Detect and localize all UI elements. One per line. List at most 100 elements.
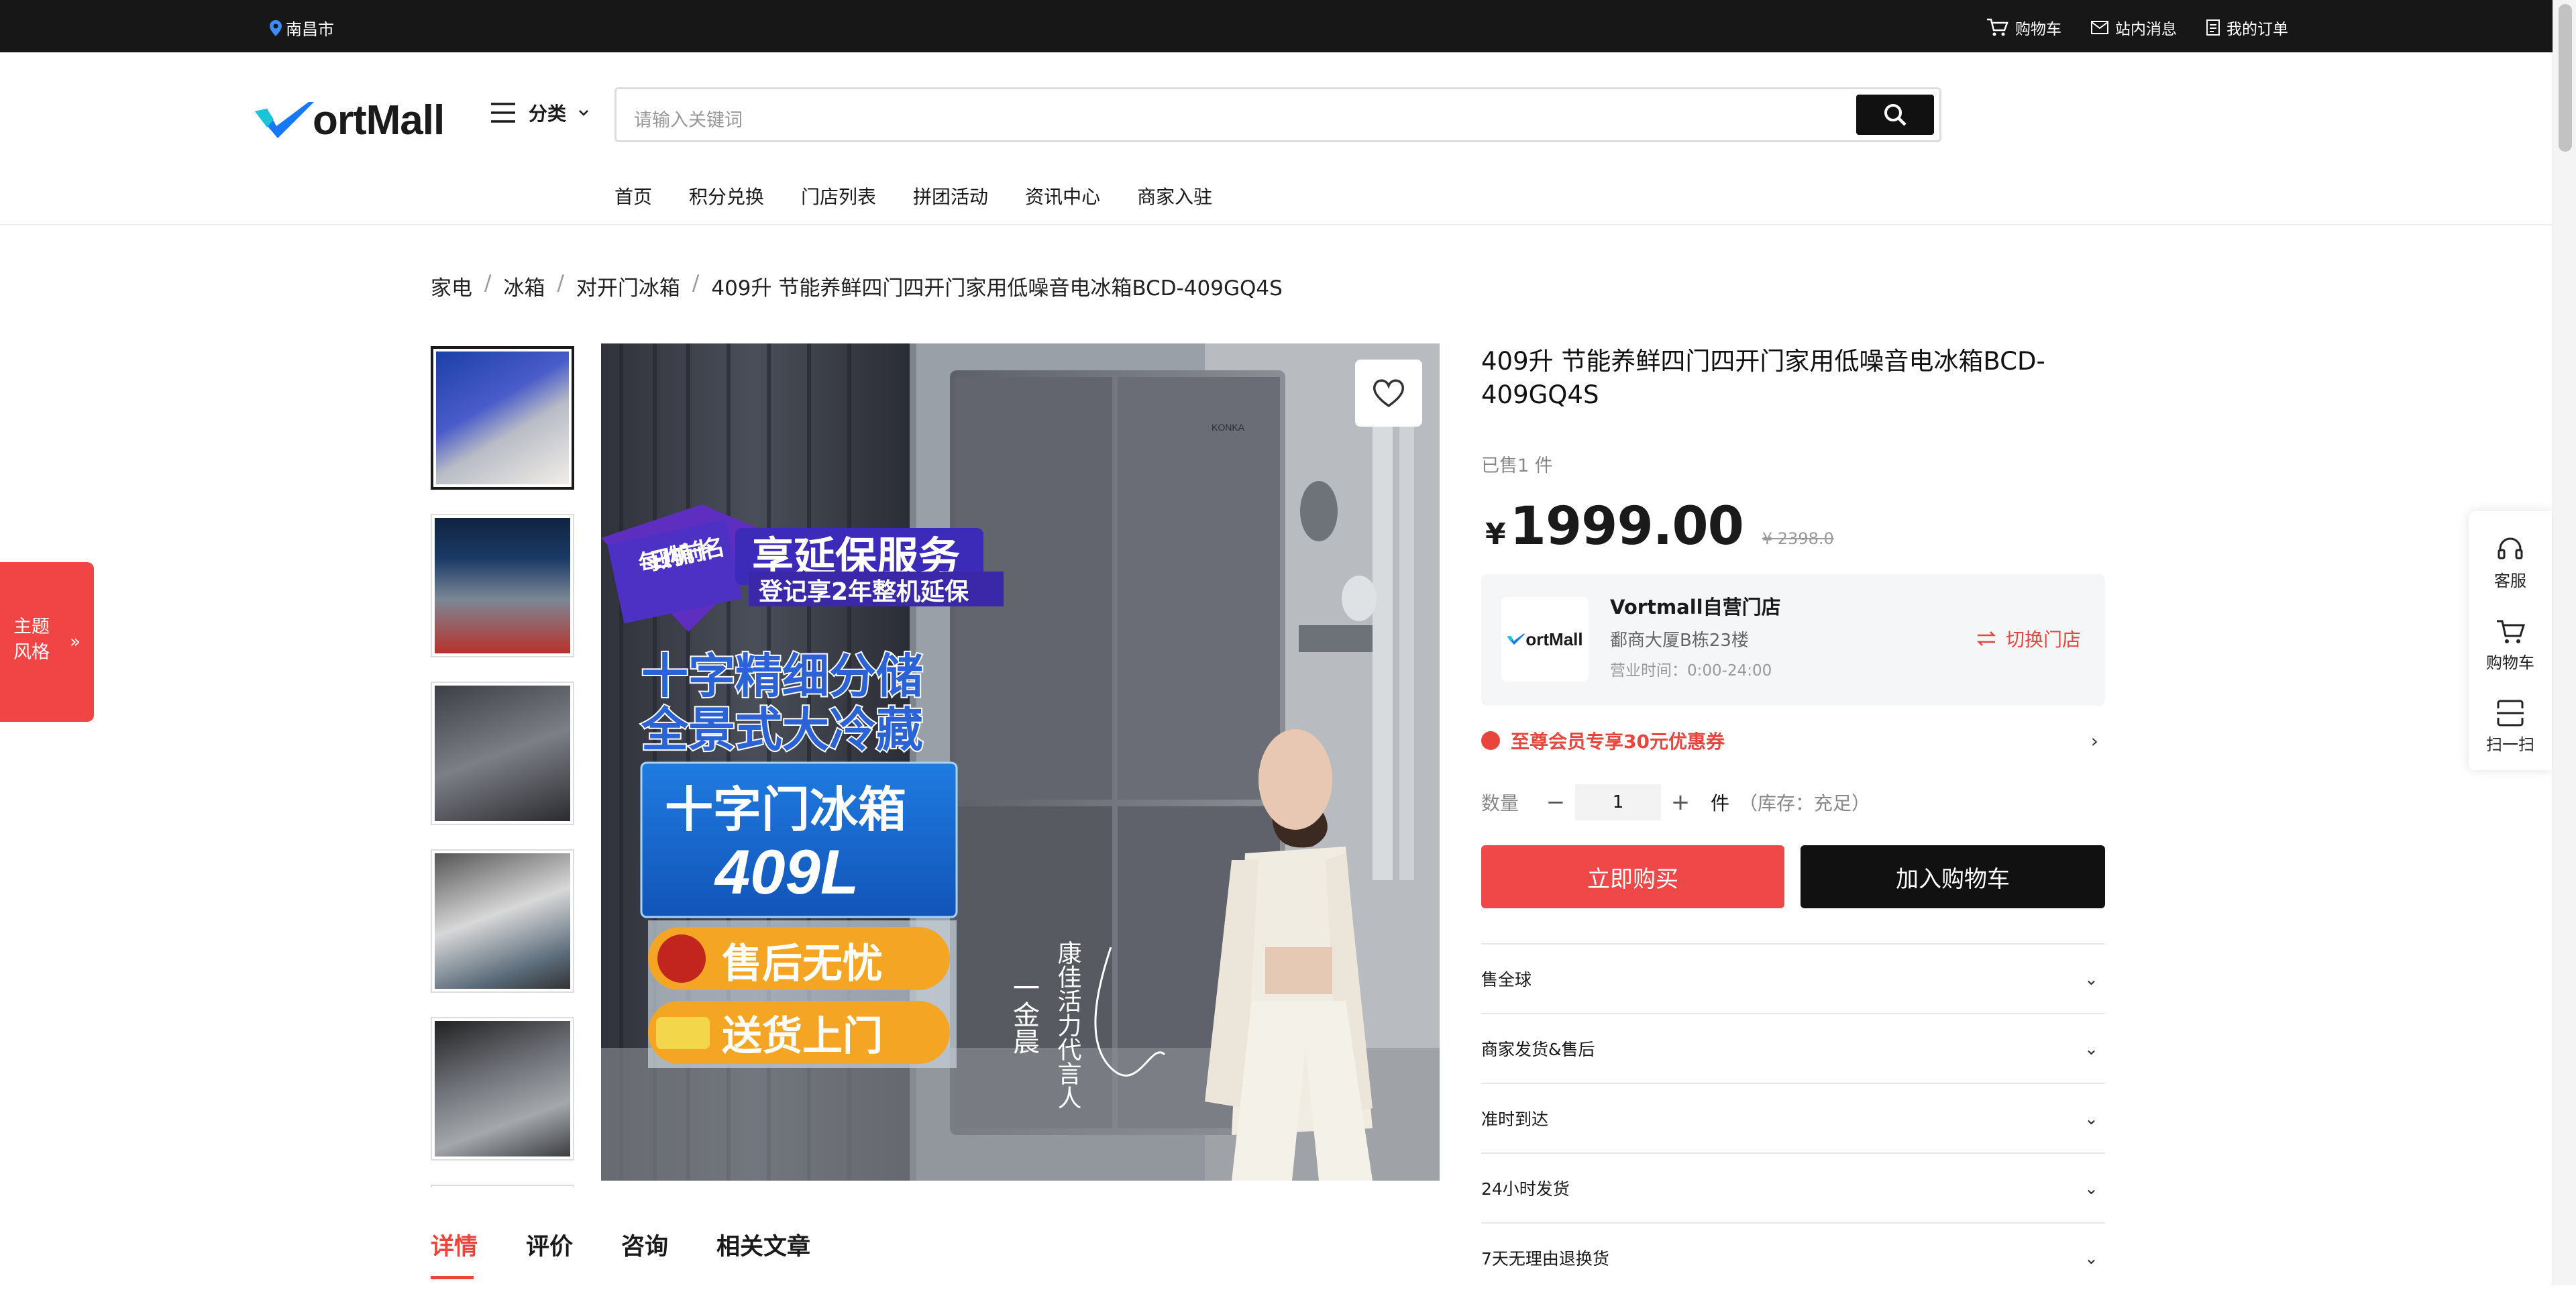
breadcrumb-current: 409升 节能养鲜四门四开门家用低噪音电冰箱BCD-409GQ4S: [711, 276, 1283, 301]
store-name: Vortmall自营门店: [1610, 596, 1781, 618]
theme-style-button[interactable]: 主题 风格 »: [0, 562, 94, 722]
location-selector[interactable]: 南昌市: [270, 16, 334, 40]
plus-button[interactable]: +: [1661, 789, 1700, 816]
thumbnail-strip: [431, 346, 574, 1187]
heart-icon: [1373, 379, 1405, 408]
store-logo-text: ortMall: [1525, 629, 1583, 649]
cart-icon: [2497, 620, 2525, 643]
feature-row[interactable]: 准时到达 ⌄: [1481, 1083, 2105, 1152]
badge-delivery: 送货上门: [722, 1013, 883, 1060]
category-menu[interactable]: 分类: [490, 99, 589, 126]
chevron-down-icon: ⌄: [2084, 1178, 2098, 1198]
thumbnail-4[interactable]: [431, 849, 574, 993]
chevron-down-icon: ⌄: [2084, 1108, 2098, 1128]
category-label: 分类: [529, 103, 567, 125]
feature-line-1: 十字精细分储: [641, 649, 923, 704]
site-header: ortMall 分类 请输入关键词 首页 积分兑换 门店列表 拼团活动 资讯中心…: [0, 52, 2553, 225]
brand-plate: KONKA: [1212, 422, 1245, 433]
main-product-image[interactable]: KONKA 每日购机前十名 享延保服务 登记享2年整机延保 十字精细分储 全景式…: [601, 343, 1440, 1181]
swap-icon: [1976, 631, 1996, 646]
chevron-down-icon: ⌄: [2084, 1038, 2098, 1059]
switch-store-button[interactable]: 切换门店: [1976, 625, 2081, 652]
nav-item-points[interactable]: 积分兑换: [689, 182, 764, 209]
scrollbar[interactable]: [2553, 0, 2576, 1285]
thumbnail-1[interactable]: [431, 346, 574, 490]
search-button[interactable]: [1856, 95, 1934, 135]
quantity-label: 数量: [1481, 792, 1519, 814]
topbar-orders-link[interactable]: 我的订单: [2206, 16, 2288, 39]
thumbnail-3[interactable]: [431, 682, 574, 825]
topbar-orders-label: 我的订单: [2226, 21, 2288, 38]
topbar-cart-label: 购物车: [2015, 21, 2061, 38]
float-cart-label: 购物车: [2486, 653, 2534, 672]
detail-tabs: 详情 评价 咨询 相关文章: [431, 1228, 810, 1279]
nav-item-news[interactable]: 资讯中心: [1025, 182, 1100, 209]
theme-label-1: 主题: [13, 616, 50, 637]
coupon-row[interactable]: 至尊会员专享30元优惠券 ›: [1481, 727, 2105, 754]
topbar-messages-link[interactable]: 站内消息: [2091, 16, 2177, 39]
price-block: ¥ 1999.00 ¥ 2398.0: [1485, 496, 1834, 557]
switch-store-label: 切换门店: [2005, 629, 2081, 651]
tab-details[interactable]: 详情: [431, 1228, 478, 1279]
feature-label: 7天无理由退换货: [1481, 1249, 1609, 1269]
breadcrumb-separator: /: [484, 271, 492, 295]
box-title: 十字门冰箱: [665, 782, 906, 838]
chevron-right-icon: ›: [2090, 730, 2098, 752]
tab-consult[interactable]: 咨询: [621, 1228, 668, 1262]
store-logo: ortMall: [1501, 597, 1589, 682]
scrollbar-thumb[interactable]: [2559, 4, 2572, 152]
buy-now-button[interactable]: 立即购买: [1481, 845, 1784, 908]
favorite-button[interactable]: [1355, 360, 1422, 427]
quantity-stepper: − 1 +: [1536, 781, 1700, 824]
search-input[interactable]: 请输入关键词: [614, 87, 1941, 142]
feature-label: 商家发货&售后: [1481, 1040, 1595, 1059]
breadcrumb-item[interactable]: 对开门冰箱: [576, 271, 680, 301]
feature-row[interactable]: 售全球 ⌄: [1481, 943, 2105, 1013]
logo-v-icon: [255, 102, 314, 138]
hamburger-icon: [491, 103, 515, 123]
float-service[interactable]: 客服: [2469, 531, 2552, 591]
main-nav: 首页 积分兑换 门店列表 拼团活动 资讯中心 商家入驻: [614, 182, 1212, 209]
tab-articles[interactable]: 相关文章: [716, 1228, 810, 1262]
nav-item-merchant[interactable]: 商家入驻: [1137, 182, 1212, 209]
nav-item-home[interactable]: 首页: [614, 182, 652, 209]
tab-reviews[interactable]: 评价: [526, 1228, 573, 1262]
thumbnail-5[interactable]: [431, 1017, 574, 1161]
minus-button[interactable]: −: [1536, 789, 1575, 816]
float-scan[interactable]: 扫一扫: [2469, 695, 2552, 755]
breadcrumb-separator: /: [692, 271, 700, 295]
breadcrumb-item[interactable]: 家电: [431, 271, 472, 301]
feature-row[interactable]: 7天无理由退换货 ⌄: [1481, 1222, 2105, 1292]
badge-after-sale: 售后无忧: [722, 940, 883, 987]
order-icon: [2206, 19, 2220, 36]
nav-item-group-buy[interactable]: 拼团活动: [913, 182, 988, 209]
add-to-cart-button[interactable]: 加入购物车: [1801, 845, 2105, 908]
feature-row[interactable]: 商家发货&售后 ⌄: [1481, 1013, 2105, 1083]
quantity-input[interactable]: 1: [1575, 784, 1662, 820]
site-logo[interactable]: ortMall: [254, 90, 445, 150]
location-label: 南昌市: [286, 20, 334, 39]
coupon-icon: [1481, 731, 1500, 750]
theme-label-2: 风格: [13, 642, 50, 663]
store-address: 鄱商大厦B栋23楼: [1610, 631, 1749, 651]
float-service-label: 客服: [2494, 572, 2526, 590]
chevron-down-icon: ⌄: [2084, 969, 2098, 989]
product-title: 409升 节能养鲜四门四开门家用低噪音电冰箱BCD-409GQ4S: [1481, 347, 2045, 409]
nav-item-stores[interactable]: 门店列表: [801, 182, 876, 209]
thumbnail-6[interactable]: [431, 1185, 574, 1187]
thumbnail-2[interactable]: [431, 514, 574, 657]
topbar-cart-link[interactable]: 购物车: [1986, 16, 2061, 39]
logo-v-icon: [1507, 633, 1525, 645]
feature-label: 准时到达: [1481, 1110, 1549, 1129]
location-pin-icon: [270, 19, 282, 36]
breadcrumb-item[interactable]: 冰箱: [503, 271, 545, 301]
breadcrumb-separator: /: [557, 271, 564, 295]
float-cart[interactable]: 购物车: [2469, 613, 2552, 673]
coupon-text: 至尊会员专享30元优惠券: [1511, 731, 1725, 753]
mail-icon: [2091, 21, 2108, 34]
topbar-messages-label: 站内消息: [2115, 21, 2177, 38]
search-icon: [1884, 104, 1907, 126]
feature-row[interactable]: 24小时发货 ⌄: [1481, 1152, 2105, 1222]
feature-line-2: 全景式大冷藏: [641, 702, 923, 757]
banner-sub-text: 登记享2年整机延保: [758, 578, 969, 606]
